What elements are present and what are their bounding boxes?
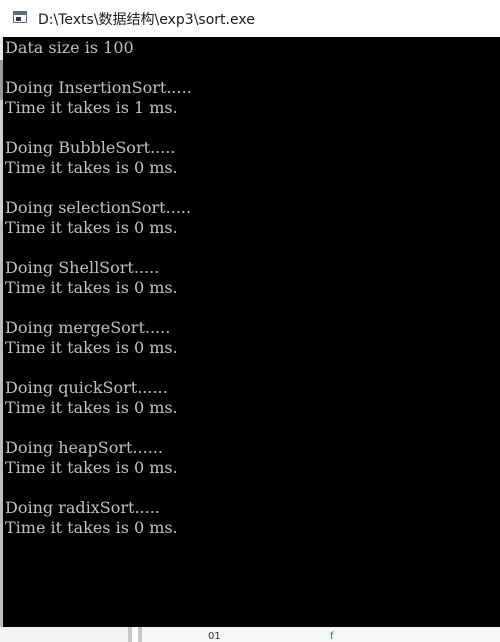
console-line: Time it takes is 0 ms. — [5, 398, 178, 417]
console-line: Doing BubbleSort..... — [5, 138, 176, 157]
title-bar[interactable]: D:\Texts\数据结构\exp3\sort.exe — [0, 0, 500, 37]
window-title: D:\Texts\数据结构\exp3\sort.exe — [38, 12, 255, 28]
console-line: Data size is 100 — [5, 38, 134, 57]
console-line: Time it takes is 1 ms. — [5, 98, 178, 117]
console-output[interactable]: Data size is 100 Doing InsertionSort.....… — [3, 37, 500, 627]
console-line: Doing ShellSort..... — [5, 258, 160, 277]
background-text-fragment: 01 — [208, 631, 221, 642]
background-text-fragment: f — [330, 631, 334, 642]
console-line: Time it takes is 0 ms. — [5, 278, 178, 297]
console-line: Doing InsertionSort..... — [5, 78, 192, 97]
console-line: Doing radixSort..... — [5, 498, 160, 517]
console-app-icon — [13, 11, 27, 23]
console-line: Time it takes is 0 ms. — [5, 218, 178, 237]
console-line: Time it takes is 0 ms. — [5, 338, 178, 357]
console-line: Time it takes is 0 ms. — [5, 458, 178, 477]
console-line: Time it takes is 0 ms. — [5, 518, 178, 537]
console-line: Doing mergeSort..... — [5, 318, 171, 337]
console-line: Doing heapSort...... — [5, 438, 163, 457]
console-window: D:\Texts\数据结构\exp3\sort.exe Data size is… — [0, 0, 500, 642]
background-window-strip: 01 f — [0, 627, 500, 642]
console-line: Time it takes is 0 ms. — [5, 158, 178, 177]
console-line: Doing quickSort...... — [5, 378, 168, 397]
console-line: Doing selectionSort..... — [5, 198, 192, 217]
